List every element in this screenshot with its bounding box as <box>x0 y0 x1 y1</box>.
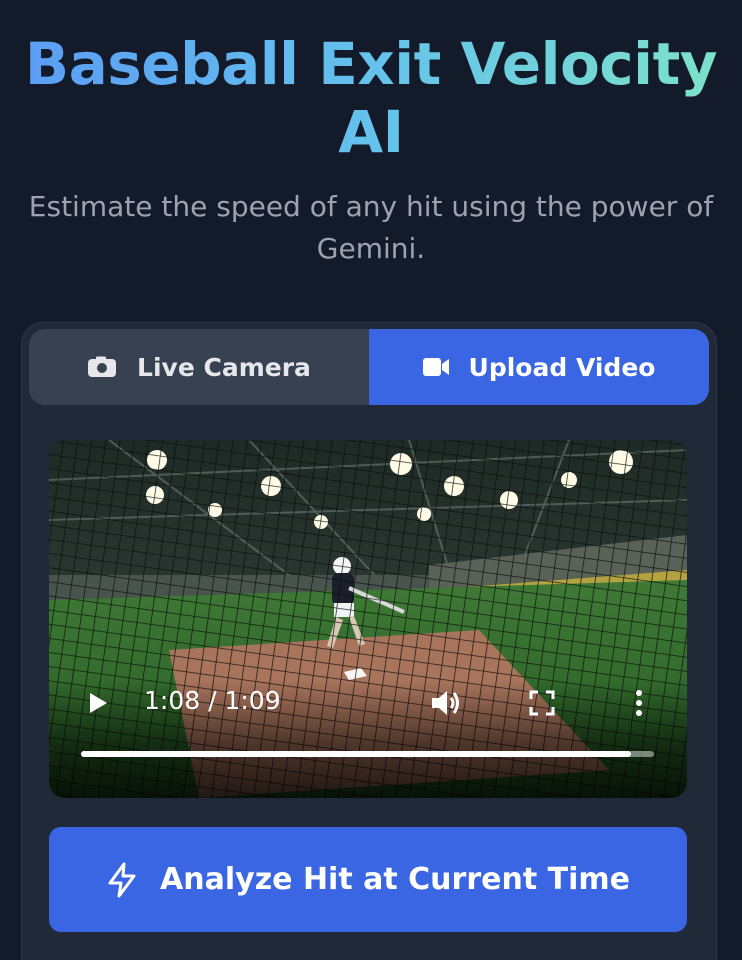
volume-icon[interactable] <box>429 686 463 720</box>
fullscreen-icon[interactable] <box>527 688 557 718</box>
tab-label-live-camera: Live Camera <box>137 352 311 382</box>
lightning-bolt-icon <box>106 862 138 898</box>
video-progress-fill <box>81 751 632 757</box>
analyze-hit-button[interactable]: Analyze Hit at Current Time <box>49 827 687 932</box>
play-icon[interactable] <box>85 688 111 718</box>
tab-live-camera[interactable]: Live Camera <box>29 329 369 405</box>
more-options-icon[interactable] <box>629 686 649 720</box>
camera-icon <box>87 356 117 378</box>
mode-tabs: Live Camera Upload Video <box>29 329 709 405</box>
app-page: Baseball Exit Velocity AI Estimate the s… <box>0 0 742 960</box>
page-subtitle: Estimate the speed of any hit using the … <box>28 190 714 265</box>
video-camera-icon <box>422 356 449 378</box>
page-title: Baseball Exit Velocity AI <box>20 30 722 166</box>
video-player[interactable]: 1:08 / 1:09 <box>49 440 687 798</box>
video-time-display: 1:08 / 1:09 <box>144 686 281 715</box>
video-progress-bar[interactable] <box>81 751 654 757</box>
tab-label-upload-video: Upload Video <box>468 352 656 382</box>
main-card: Live Camera Upload Video 1:08 / 1:09 Ana… <box>21 322 717 960</box>
analyze-hit-label: Analyze Hit at Current Time <box>160 862 630 897</box>
tab-upload-video[interactable]: Upload Video <box>369 329 709 405</box>
